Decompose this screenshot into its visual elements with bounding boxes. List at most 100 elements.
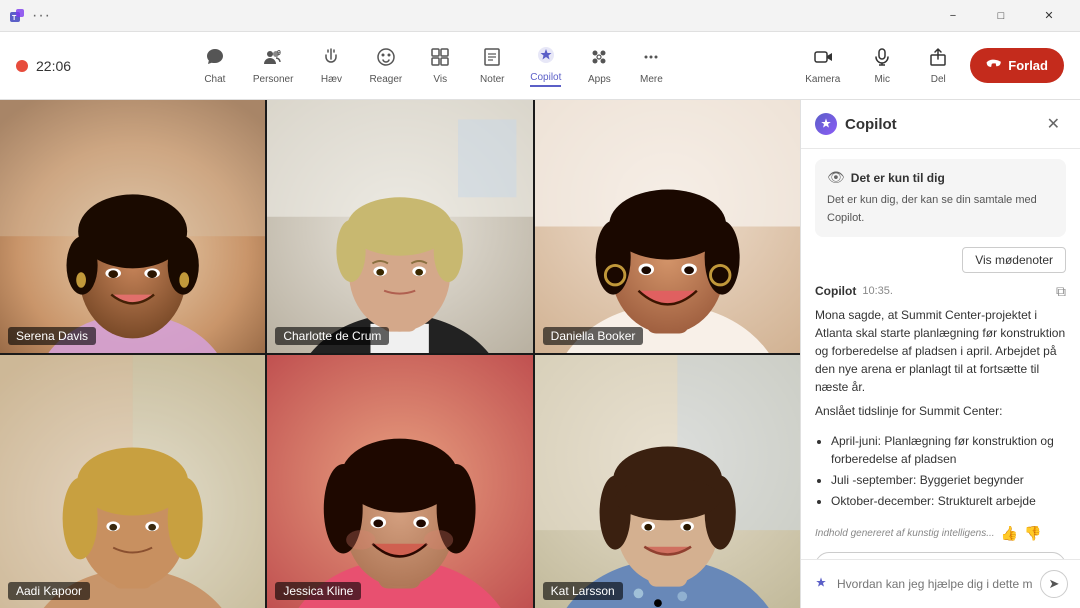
video-face-3 xyxy=(535,100,800,353)
svg-text:9: 9 xyxy=(277,50,281,57)
bullet-list: April-juni: Planlægning før konstruktion… xyxy=(831,432,1066,513)
more-icon xyxy=(641,47,661,72)
camera-label: Kamera xyxy=(805,74,840,85)
action-buttons: Opsummer mødet Vis liste med handlingspu… xyxy=(815,552,1066,559)
feedback-row: Indhold genereret af kunstig intelligens… xyxy=(815,525,1066,542)
camera-icon xyxy=(813,47,833,72)
people-icon: 9 xyxy=(263,47,283,72)
bullet-item-2: Juli -september: Byggeriet begynder xyxy=(831,471,1066,489)
video-face-6 xyxy=(535,355,800,608)
toolbar-copilot[interactable]: Copilot xyxy=(520,39,571,93)
toolbar-apps[interactable]: Apps xyxy=(575,41,623,91)
svg-text:T: T xyxy=(12,15,17,22)
toolbar-right: Kamera Mic Del xyxy=(795,41,1064,91)
video-face-4 xyxy=(0,355,265,608)
toolbar-left: 22:06 xyxy=(16,58,71,74)
toolbar-react[interactable]: Reager xyxy=(359,41,412,91)
view-icon xyxy=(430,47,450,72)
bullet-item-3: Oktober-december: Strukturelt arbejde xyxy=(831,492,1066,510)
raise-icon xyxy=(321,47,341,72)
bullet-title: Anslået tidslinje for Summit Center: xyxy=(815,402,1066,420)
leave-label: Forlad xyxy=(1008,58,1048,73)
privacy-icon-row: 👁 Det er kun til dig xyxy=(827,169,1054,186)
title-bar-left: T ··· xyxy=(8,7,51,25)
copilot-input-icon xyxy=(813,575,829,594)
video-cell-1: Serena Davis xyxy=(0,100,265,353)
minimize-button[interactable]: − xyxy=(930,0,976,32)
privacy-title: Det er kun til dig xyxy=(851,171,945,185)
send-icon: ➤ xyxy=(1049,576,1060,592)
call-timer: 22:06 xyxy=(36,58,71,74)
participant-name-2: Charlotte de Crum xyxy=(275,327,389,345)
react-label: Reager xyxy=(369,74,402,85)
raise-label: Hæv xyxy=(321,74,342,85)
copilot-close-button[interactable]: ✕ xyxy=(1041,112,1066,136)
privacy-notice: 👁 Det er kun til dig Det er kun dig, der… xyxy=(815,159,1066,237)
thumbs-up-icon[interactable]: 👍 xyxy=(1001,525,1018,542)
close-button[interactable]: ✕ xyxy=(1026,0,1072,32)
copilot-panel: Copilot ✕ 👁 Det er kun til dig Det er ku… xyxy=(800,100,1080,608)
copilot-title-row: Copilot xyxy=(815,113,897,135)
teams-logo: T xyxy=(8,7,26,25)
toolbar-notes[interactable]: Noter xyxy=(468,41,516,91)
video-cell-5: Jessica Kline xyxy=(267,355,532,608)
mic-button[interactable]: Mic xyxy=(858,41,906,91)
participant-name-3: Daniella Booker xyxy=(543,327,644,345)
summarize-button[interactable]: Opsummer mødet xyxy=(815,552,1066,559)
apps-label: Apps xyxy=(588,74,611,85)
title-bar-menu[interactable]: ··· xyxy=(32,7,51,25)
video-grid: Serena Davis xyxy=(0,100,800,608)
video-face-5 xyxy=(267,355,532,608)
toolbar-view[interactable]: Vis xyxy=(416,41,464,91)
video-cell-6: Kat Larsson xyxy=(535,355,800,608)
thumbs-down-icon[interactable]: 👎 xyxy=(1024,525,1041,542)
title-bar-controls: − □ ✕ xyxy=(930,0,1072,32)
ai-disclaimer: Indhold genereret af kunstig intelligens… xyxy=(815,528,995,539)
apps-icon xyxy=(589,47,609,72)
message-text: Mona sagde, at Summit Center-projektet i… xyxy=(815,306,1066,396)
view-notes-button[interactable]: Vis mødenoter xyxy=(962,247,1066,273)
toolbar-chat[interactable]: Chat xyxy=(191,41,239,91)
video-cell-4: Aadi Kapoor xyxy=(0,355,265,608)
copilot-header: Copilot ✕ xyxy=(801,100,1080,149)
title-bar: T ··· − □ ✕ xyxy=(0,0,1080,32)
toolbar-raise[interactable]: Hæv xyxy=(307,41,355,91)
camera-button[interactable]: Kamera xyxy=(795,41,850,91)
leave-button[interactable]: Forlad xyxy=(970,48,1064,83)
toolbar: 22:06 Chat 9 Personer xyxy=(0,32,1080,100)
privacy-eye-icon: 👁 xyxy=(827,169,845,186)
chat-icon xyxy=(205,47,225,72)
message-time: 10:35. xyxy=(862,285,893,297)
participant-name-1: Serena Davis xyxy=(8,327,96,345)
maximize-button[interactable]: □ xyxy=(978,0,1024,32)
send-button[interactable]: ➤ xyxy=(1040,570,1068,598)
share-label: Del xyxy=(931,74,946,85)
video-face-1 xyxy=(0,100,265,353)
toolbar-people[interactable]: 9 Personer xyxy=(243,41,304,91)
toolbar-more[interactable]: Mere xyxy=(627,41,675,91)
recording-indicator xyxy=(16,60,28,72)
video-cell-3: Daniella Booker xyxy=(535,100,800,353)
chat-input-area: ➤ xyxy=(801,559,1080,608)
participant-name-5: Jessica Kline xyxy=(275,582,361,600)
copilot-toolbar-label: Copilot xyxy=(530,72,561,87)
video-cell-2: Charlotte de Crum xyxy=(267,100,532,353)
share-icon xyxy=(928,47,948,72)
chat-input-field[interactable] xyxy=(837,577,1032,591)
privacy-text: Det er kun dig, der kan se din samtale m… xyxy=(827,194,1037,224)
copilot-body: 👁 Det er kun til dig Det er kun dig, der… xyxy=(801,149,1080,559)
message-sender: Copilot xyxy=(815,284,856,298)
mic-icon xyxy=(872,47,892,72)
notes-icon xyxy=(482,47,502,72)
chat-label: Chat xyxy=(204,74,225,85)
message-header: Copilot 10:35. ⧉ xyxy=(815,283,1066,300)
toolbar-center: Chat 9 Personer Hæv xyxy=(191,39,676,93)
bullet-item-1: April-juni: Planlægning før konstruktion… xyxy=(831,432,1066,468)
people-label: Personer xyxy=(253,74,294,85)
participant-name-6: Kat Larsson xyxy=(543,582,623,600)
copilot-toolbar-icon xyxy=(536,45,556,70)
copilot-message: Copilot 10:35. ⧉ Mona sagde, at Summit C… xyxy=(815,283,1066,542)
share-button[interactable]: Del xyxy=(914,41,962,91)
video-face-2 xyxy=(267,100,532,353)
copy-icon[interactable]: ⧉ xyxy=(1056,283,1066,300)
